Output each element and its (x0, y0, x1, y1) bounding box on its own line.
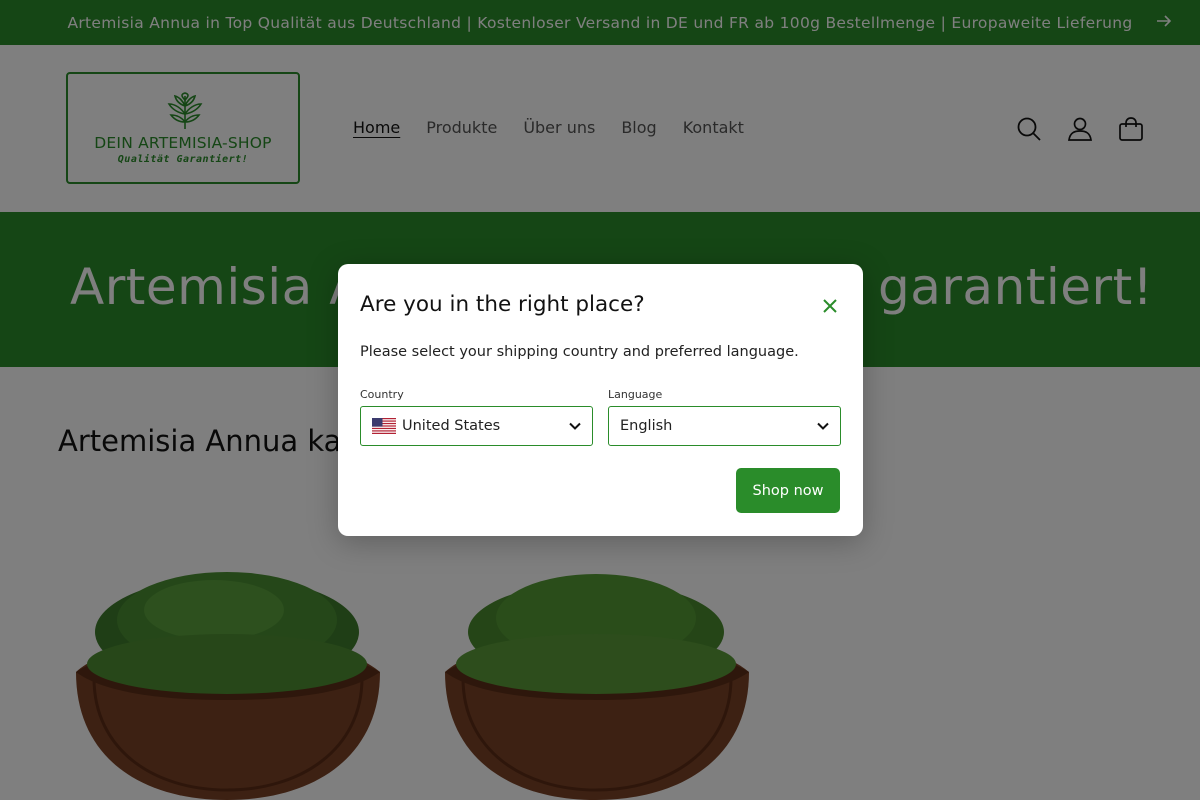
chevron-down-icon (816, 419, 830, 433)
language-select[interactable]: English (608, 406, 841, 446)
language-label: Language (608, 388, 663, 401)
us-flag-icon (372, 418, 396, 434)
country-select[interactable]: United States (360, 406, 593, 446)
close-icon[interactable] (820, 296, 840, 316)
country-selector-modal: Are you in the right place? Please selec… (338, 264, 863, 536)
modal-description: Please select your shipping country and … (360, 344, 799, 360)
modal-title: Are you in the right place? (360, 292, 645, 317)
country-label: Country (360, 388, 404, 401)
shop-now-button[interactable]: Shop now (736, 468, 840, 513)
chevron-down-icon (568, 419, 582, 433)
language-value: English (620, 418, 673, 434)
country-value: United States (402, 418, 501, 434)
